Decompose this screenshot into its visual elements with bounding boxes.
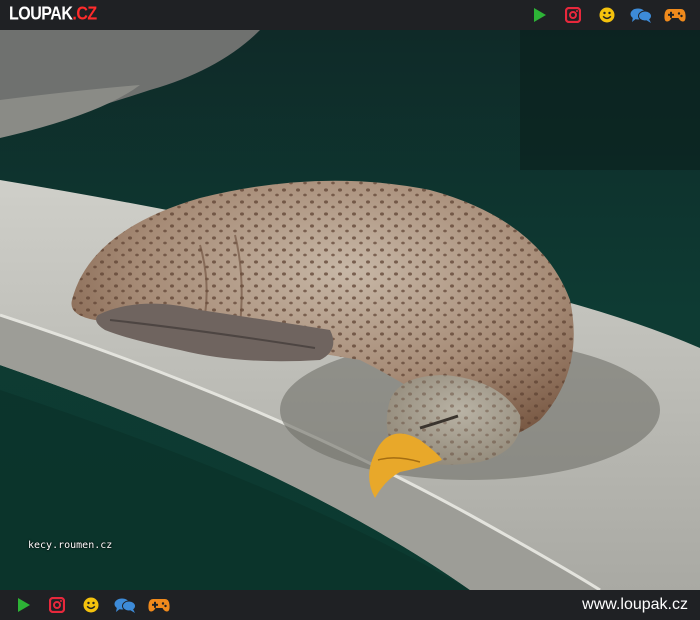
chat-bubbles-icon[interactable] bbox=[108, 590, 142, 620]
seal-eagle-image bbox=[0, 30, 700, 590]
top-nav-icons bbox=[522, 0, 692, 30]
gamepad-icon[interactable] bbox=[142, 590, 176, 620]
bottom-nav-icons bbox=[6, 590, 176, 620]
smiley-icon[interactable] bbox=[74, 590, 108, 620]
instagram-icon[interactable] bbox=[556, 0, 590, 30]
play-icon[interactable] bbox=[6, 590, 40, 620]
meme-photo: kecy.roumen.cz bbox=[0, 30, 700, 590]
chat-bubbles-icon[interactable] bbox=[624, 0, 658, 30]
top-bar: LOUPAK .CZ bbox=[0, 0, 700, 30]
site-logo[interactable]: LOUPAK .CZ bbox=[9, 0, 97, 30]
instagram-icon[interactable] bbox=[40, 590, 74, 620]
play-icon[interactable] bbox=[522, 0, 556, 30]
smiley-icon[interactable] bbox=[590, 0, 624, 30]
logo-brand: LOUPAK bbox=[9, 4, 73, 25]
site-url-link[interactable]: www.loupak.cz bbox=[582, 590, 688, 620]
bottom-bar: www.loupak.cz bbox=[0, 590, 700, 620]
logo-tld: .CZ bbox=[72, 4, 97, 25]
gamepad-icon[interactable] bbox=[658, 0, 692, 30]
photo-watermark: kecy.roumen.cz bbox=[28, 540, 113, 551]
